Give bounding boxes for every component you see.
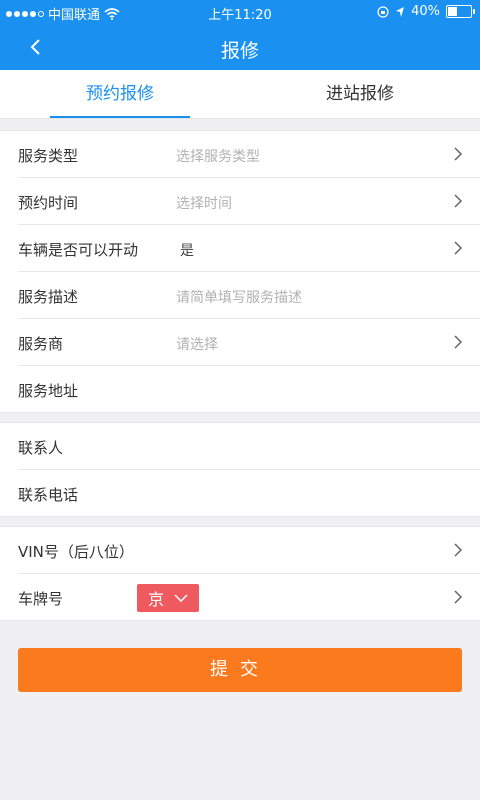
orientation-lock-icon [377,5,389,18]
chevron-right-icon [454,194,463,208]
battery-percent: 40% [411,4,440,19]
service-type-row[interactable]: 服务类型 选择服务类型 [18,131,480,178]
chevron-right-icon [454,590,463,604]
chevron-right-icon [454,543,463,557]
appointment-time-row[interactable]: 预约时间 选择时间 [18,178,480,225]
chevron-right-icon [454,241,463,255]
tab-appointment-repair[interactable]: 预约报修 [0,70,240,118]
vehicle-startable-value: 是 [180,243,194,259]
vehicle-group: VIN号（后八位） 车牌号 京 [0,526,480,621]
service-provider-placeholder: 请选择 [176,337,218,353]
service-type-placeholder: 选择服务类型 [176,149,260,165]
contact-person-label: 联系人 [18,439,64,457]
tab-bar: 预约报修 进站报修 [0,70,480,119]
battery-icon [446,5,475,18]
appointment-time-label: 预约时间 [18,194,79,212]
contact-phone-label: 联系电话 [18,486,79,504]
navbar: 报修 [0,24,480,70]
plate-number-row[interactable]: 车牌号 京 [18,574,480,620]
chevron-down-icon [174,594,188,602]
service-address-row[interactable]: 服务地址 [18,366,480,412]
appointment-time-placeholder: 选择时间 [176,196,232,212]
vehicle-startable-row[interactable]: 车辆是否可以开动 是 [18,225,480,272]
service-description-label: 服务描述 [18,288,79,306]
chevron-right-icon [454,147,463,161]
service-provider-row[interactable]: 服务商 请选择 [18,319,480,366]
tab-station-repair[interactable]: 进站报修 [240,70,480,118]
contact-group: 联系人 联系电话 [0,422,480,517]
vin-label: VIN号（后八位） [18,543,134,561]
service-description-input[interactable]: 请简单填写服务描述 [176,287,302,307]
active-tab-indicator [50,116,190,118]
service-description-row[interactable]: 服务描述 请简单填写服务描述 [18,272,480,319]
status-bar: 中国联通 上午11:20 40% [0,0,480,24]
page-title: 报修 [220,40,259,62]
contact-person-row[interactable]: 联系人 [18,423,480,470]
vin-row[interactable]: VIN号（后八位） [18,527,480,574]
submit-button[interactable]: 提交 [18,648,462,692]
status-right: 40% [377,4,475,19]
plate-number-label: 车牌号 [18,590,64,608]
contact-phone-row[interactable]: 联系电话 [18,470,480,516]
chevron-right-icon [454,335,463,349]
service-type-label: 服务类型 [18,147,79,165]
vehicle-startable-label: 车辆是否可以开动 [18,241,139,259]
province-select[interactable]: 京 [137,584,199,612]
service-provider-label: 服务商 [18,335,64,353]
service-address-label: 服务地址 [18,382,79,400]
province-value: 京 [147,590,164,609]
service-info-group: 服务类型 选择服务类型 预约时间 选择时间 车辆是否可以开动 是 服务描述 请简… [0,130,480,413]
location-icon [396,6,405,17]
